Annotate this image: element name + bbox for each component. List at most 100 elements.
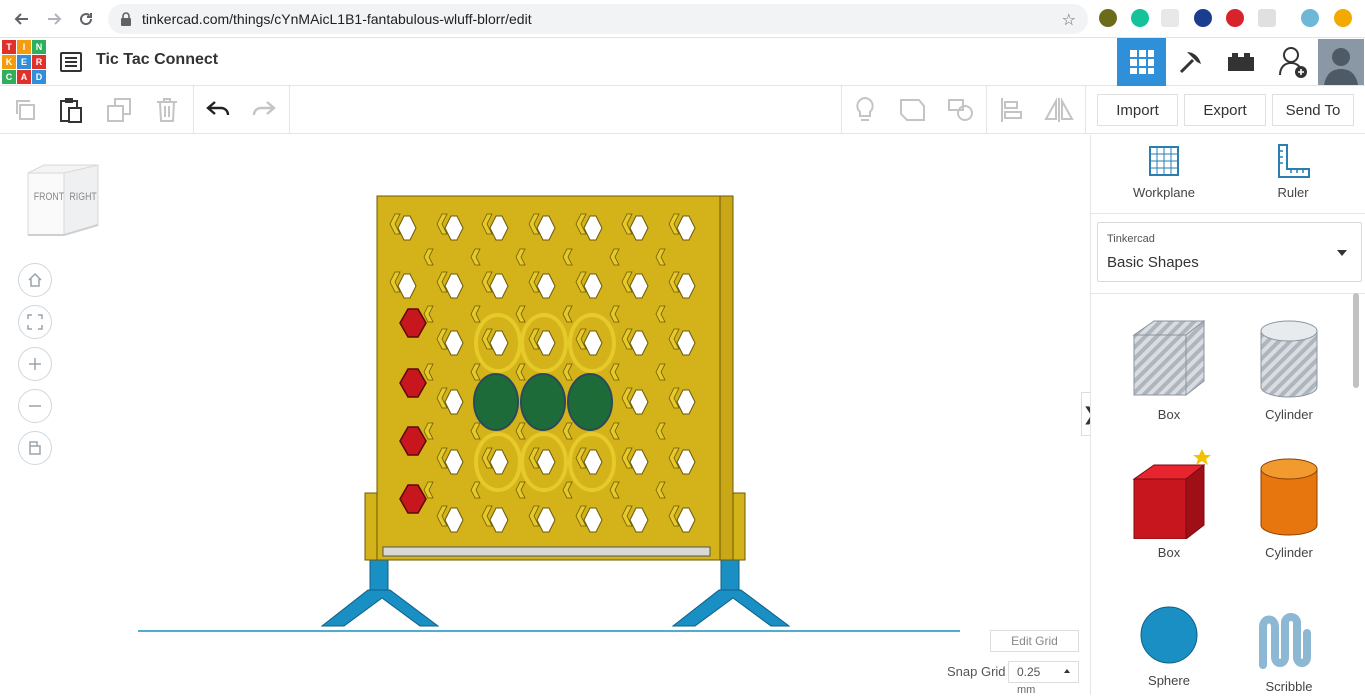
view-cube[interactable]: FRONT RIGHT bbox=[26, 163, 102, 246]
grid-icon bbox=[1129, 50, 1154, 74]
send-to-button[interactable]: Send To bbox=[1272, 94, 1354, 126]
home-view-button[interactable] bbox=[18, 263, 52, 297]
ruler-icon bbox=[1278, 144, 1310, 178]
workplane-tool[interactable]: Workplane bbox=[1114, 143, 1214, 200]
reload-icon[interactable] bbox=[70, 3, 102, 35]
align-button[interactable] bbox=[988, 86, 1034, 134]
undo-button[interactable] bbox=[195, 86, 241, 134]
shape-label: Box bbox=[1157, 407, 1181, 422]
shape-label: Box bbox=[1157, 545, 1181, 560]
shape-label: Cylinder bbox=[1265, 407, 1313, 422]
caret-up-icon bbox=[1064, 669, 1070, 673]
clipboard-icon bbox=[60, 98, 82, 123]
design-list-icon[interactable] bbox=[60, 52, 82, 72]
right-stand bbox=[671, 559, 791, 627]
adblock-icon[interactable] bbox=[1226, 9, 1244, 27]
align-icon bbox=[1001, 98, 1022, 122]
left-stand bbox=[320, 559, 440, 627]
export-button[interactable]: Export bbox=[1184, 94, 1266, 126]
avatar[interactable] bbox=[1316, 38, 1365, 86]
shape-label: Scribble bbox=[1265, 679, 1313, 694]
play-extension-icon[interactable] bbox=[1194, 9, 1212, 27]
cylinder-hole-icon bbox=[1260, 320, 1318, 398]
shape-label: Cylinder bbox=[1265, 545, 1313, 560]
redo-icon bbox=[252, 101, 276, 116]
profile-extension-icon[interactable] bbox=[1301, 9, 1319, 27]
library-name-label: Basic Shapes bbox=[1107, 254, 1199, 271]
shapes-panel: Workplane Ruler Tinkercad Basic Shapes B… bbox=[1090, 135, 1365, 695]
ungroup-icon bbox=[948, 99, 973, 121]
update-icon[interactable] bbox=[1334, 9, 1352, 27]
address-bar[interactable]: tinkercad.com/things/cYnMAicL1B1-fantabu… bbox=[108, 4, 1088, 34]
tic-tac-connect-model[interactable] bbox=[130, 190, 970, 640]
duplicate-icon bbox=[107, 98, 131, 122]
view-cube-front-label: FRONT bbox=[33, 191, 65, 203]
perspective-button[interactable] bbox=[18, 431, 52, 465]
edit-toolbar: Import Export Send To bbox=[0, 86, 1365, 134]
bookmark-star-icon[interactable]: ☆ bbox=[1062, 10, 1076, 30]
workplane-icon bbox=[1149, 146, 1179, 176]
zoom-in-button[interactable] bbox=[18, 347, 52, 381]
design-title[interactable]: Tic Tac Connect bbox=[96, 51, 218, 69]
back-icon[interactable] bbox=[6, 3, 38, 35]
tinkercad-logo[interactable]: T I N K E R C A D bbox=[2, 40, 46, 84]
snap-grid-select[interactable]: 0.25 bbox=[1008, 661, 1079, 683]
import-button[interactable]: Import bbox=[1097, 94, 1178, 126]
sphere-icon bbox=[1140, 606, 1198, 664]
shape-label: Sphere bbox=[1148, 673, 1190, 688]
workplane-label: Workplane bbox=[1133, 185, 1195, 200]
paste-button[interactable] bbox=[48, 86, 94, 134]
workplane-viewport[interactable]: FRONT RIGHT Edit Grid Snap Grid 0.25 mm bbox=[0, 135, 1099, 696]
perspective-icon bbox=[29, 441, 41, 455]
grammarly-icon[interactable] bbox=[1131, 9, 1149, 27]
extension-icon[interactable] bbox=[1099, 9, 1117, 27]
trash-icon bbox=[157, 98, 177, 122]
duplicate-button[interactable] bbox=[96, 86, 142, 134]
shape-sphere[interactable]: Sphere bbox=[1114, 603, 1224, 688]
add-user-icon bbox=[1278, 47, 1307, 78]
group-icon bbox=[900, 99, 925, 121]
browser-toolbar: tinkercad.com/things/cYnMAicL1B1-fantabu… bbox=[0, 0, 1365, 38]
shape-box-hole[interactable]: Box bbox=[1114, 315, 1224, 422]
bricks-view-button[interactable] bbox=[1216, 38, 1265, 86]
plus-icon bbox=[29, 358, 41, 370]
box-hole-icon bbox=[1132, 319, 1206, 397]
zoom-out-button[interactable] bbox=[18, 389, 52, 423]
scribble-icon bbox=[1259, 613, 1311, 669]
extension-icon[interactable] bbox=[1161, 9, 1179, 27]
edit-grid-button[interactable]: Edit Grid bbox=[990, 630, 1079, 652]
fit-view-button[interactable] bbox=[18, 305, 52, 339]
ungroup-button[interactable] bbox=[938, 86, 984, 134]
delete-button[interactable] bbox=[144, 86, 190, 134]
shape-cylinder[interactable]: Cylinder bbox=[1234, 453, 1344, 560]
shape-cylinder-hole[interactable]: Cylinder bbox=[1234, 315, 1344, 422]
fit-view-icon bbox=[27, 314, 43, 330]
brick-icon bbox=[1227, 53, 1254, 71]
caret-down-icon bbox=[1337, 250, 1347, 256]
blocks-view-button[interactable] bbox=[1166, 38, 1215, 86]
mirror-icon bbox=[1044, 97, 1074, 122]
group-button[interactable] bbox=[890, 86, 936, 134]
notes-button[interactable] bbox=[842, 86, 888, 134]
mirror-button[interactable] bbox=[1036, 86, 1082, 134]
home-icon bbox=[28, 272, 42, 287]
view-cube-right-label: RIGHT bbox=[69, 191, 97, 203]
invite-user-button[interactable] bbox=[1268, 38, 1317, 86]
panel-scrollbar[interactable] bbox=[1353, 293, 1359, 388]
ruler-tool[interactable]: Ruler bbox=[1243, 143, 1343, 200]
shape-box[interactable]: Box bbox=[1114, 445, 1224, 560]
forward-icon[interactable] bbox=[38, 3, 70, 35]
3d-design-view-button[interactable] bbox=[1117, 38, 1166, 86]
lock-icon bbox=[121, 12, 131, 26]
shape-library-dropdown[interactable]: Tinkercad Basic Shapes bbox=[1097, 222, 1362, 282]
megaphone-icon[interactable] bbox=[1258, 9, 1276, 27]
snap-grid-label: Snap Grid bbox=[947, 664, 1006, 679]
box-icon bbox=[1132, 449, 1211, 539]
cylinder-icon bbox=[1260, 458, 1318, 536]
copy-button[interactable] bbox=[2, 86, 48, 134]
shape-scribble[interactable]: Scribble bbox=[1234, 613, 1344, 694]
lightbulb-icon bbox=[856, 96, 874, 121]
minus-icon bbox=[29, 405, 41, 407]
redo-button[interactable] bbox=[241, 86, 287, 134]
library-source-label: Tinkercad bbox=[1107, 233, 1155, 245]
